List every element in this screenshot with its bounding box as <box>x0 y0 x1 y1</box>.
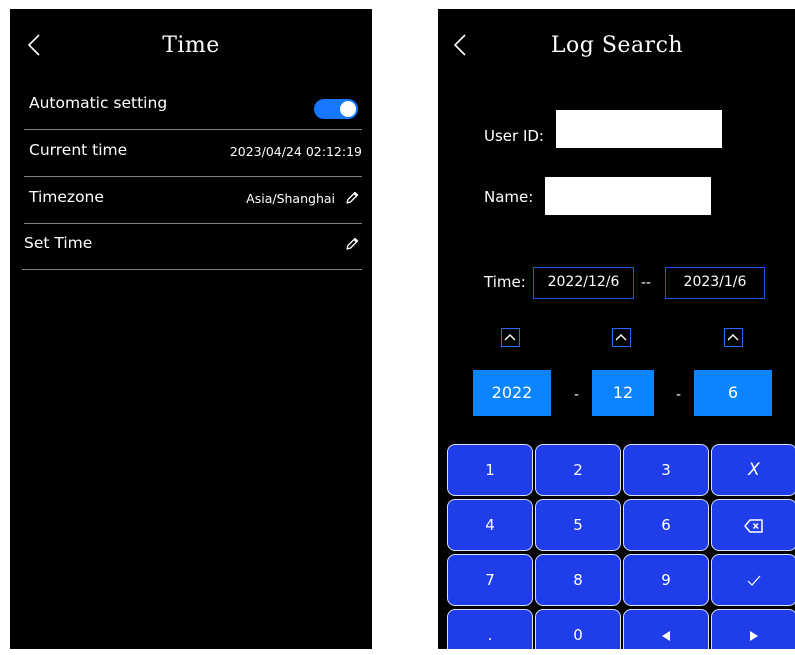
current-time-row: Current time 2023/04/24 02:12:19 <box>24 130 362 177</box>
key-7[interactable]: 7 <box>447 554 533 606</box>
current-time-value: 2023/04/24 02:12:19 <box>229 144 362 159</box>
key-8[interactable]: 8 <box>535 554 621 606</box>
key-clear[interactable]: X <box>711 444 795 496</box>
key-5[interactable]: 5 <box>535 499 621 551</box>
day-value[interactable]: 6 <box>694 370 772 416</box>
automatic-setting-label: Automatic setting <box>29 94 168 112</box>
time-screen: Time Automatic setting Current time 2023… <box>10 9 372 649</box>
page-title: Time <box>162 33 220 58</box>
checkmark-icon <box>747 571 761 589</box>
time-label: Time: <box>484 273 526 291</box>
arrow-right-icon <box>748 626 760 644</box>
key-confirm[interactable] <box>711 554 795 606</box>
key-right[interactable] <box>711 609 795 649</box>
set-time-row[interactable]: Set Time <box>22 223 362 270</box>
key-dot[interactable]: . <box>447 609 533 649</box>
page-title: Log Search <box>550 33 684 58</box>
set-time-label: Set Time <box>24 234 93 252</box>
automatic-setting-row: Automatic setting <box>24 83 362 130</box>
automatic-setting-toggle[interactable] <box>314 99 358 119</box>
key-backspace[interactable] <box>711 499 795 551</box>
key-1[interactable]: 1 <box>447 444 533 496</box>
date-separator: - <box>676 387 682 403</box>
key-0[interactable]: 0 <box>535 609 621 649</box>
timezone-row[interactable]: Timezone Asia/Shanghai <box>24 177 362 224</box>
pencil-icon[interactable] <box>344 190 360 206</box>
timezone-value: Asia/Shanghai <box>246 191 335 206</box>
date-range-separator: -- <box>641 275 652 291</box>
pencil-icon[interactable] <box>344 236 360 252</box>
key-2[interactable]: 2 <box>535 444 621 496</box>
month-value[interactable]: 12 <box>592 370 654 416</box>
key-6[interactable]: 6 <box>623 499 709 551</box>
key-3[interactable]: 3 <box>623 444 709 496</box>
user-id-input[interactable] <box>556 110 722 148</box>
key-4[interactable]: 4 <box>447 499 533 551</box>
year-value[interactable]: 2022 <box>473 370 551 416</box>
end-date-field[interactable]: 2023/1/6 <box>665 267 765 299</box>
day-up-button[interactable] <box>724 328 743 347</box>
user-id-label: User ID: <box>484 127 544 145</box>
month-up-button[interactable] <box>612 328 631 347</box>
year-up-button[interactable] <box>501 328 520 347</box>
start-date-field[interactable]: 2022/12/6 <box>533 267 634 299</box>
current-time-label: Current time <box>29 141 128 159</box>
date-separator: - <box>574 387 580 403</box>
name-label: Name: <box>484 188 534 206</box>
toggle-knob <box>340 101 356 117</box>
timezone-label: Timezone <box>29 188 104 206</box>
name-input[interactable] <box>545 177 711 215</box>
backspace-icon <box>744 516 764 534</box>
log-search-screen: Log Search User ID: Name: Time: 2022/12/… <box>438 9 795 649</box>
arrow-left-icon <box>660 626 672 644</box>
key-left[interactable] <box>623 609 709 649</box>
key-9[interactable]: 9 <box>623 554 709 606</box>
